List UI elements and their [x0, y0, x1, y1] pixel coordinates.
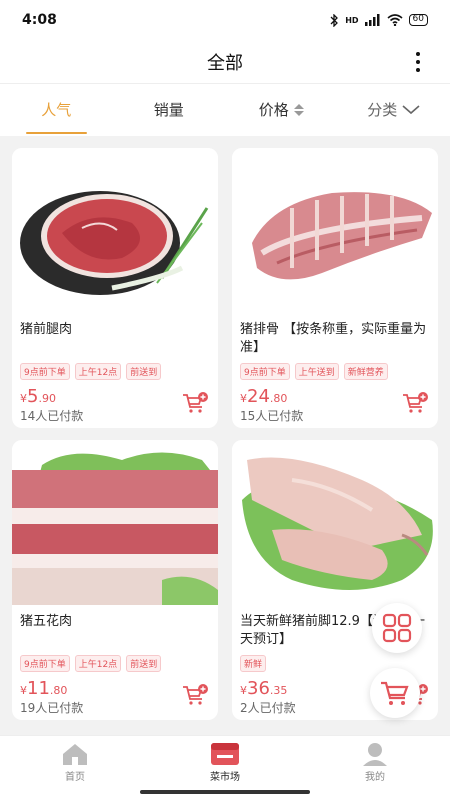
more-dot-icon — [416, 60, 420, 64]
nav-label: 首页 — [65, 772, 85, 783]
product-image-pork-leg — [12, 148, 218, 313]
product-tags: 9点前下单 上午12点 前送到 — [12, 651, 218, 672]
page-title: 全部 — [207, 52, 243, 74]
product-tag: 新鲜营养 — [343, 363, 388, 380]
sort-arrows-icon — [293, 104, 304, 116]
price-integer: 24 — [247, 386, 270, 407]
price-decimal: .35 — [269, 684, 288, 697]
tab-price[interactable]: 价格 — [225, 84, 338, 136]
battery-indicator: 60 — [408, 14, 428, 26]
product-tag: 9点前下单 — [20, 363, 70, 380]
tab-label: 价格 — [258, 101, 289, 119]
home-icon — [63, 744, 87, 765]
tab-sales[interactable]: 销量 — [113, 84, 226, 136]
price-currency: ¥ — [240, 392, 247, 405]
product-tags: 9点前下单 上午送到 新鲜营养 — [232, 359, 438, 380]
product-tag: 新鲜 — [240, 655, 267, 672]
product-image-pig-trotters — [232, 440, 438, 605]
product-tags: 9点前下单 上午12点 前送到 — [12, 359, 218, 380]
price-integer: 11 — [27, 678, 50, 699]
status-time: 4:08 — [22, 12, 57, 28]
more-dot-icon — [416, 52, 420, 56]
grid-icon — [382, 613, 412, 643]
price-decimal: .80 — [269, 392, 288, 405]
product-tag: 前送到 — [126, 655, 162, 672]
product-tag: 9点前下单 — [20, 655, 70, 672]
home-indicator — [140, 790, 310, 794]
status-bar: 4:08 HD 60 — [0, 0, 450, 40]
product-tags: 新鲜 — [232, 651, 438, 672]
nav-profile[interactable]: 我的 — [300, 736, 450, 800]
status-icons: HD 60 — [329, 13, 428, 27]
chevron-down-icon — [402, 105, 420, 115]
price-decimal: .80 — [49, 684, 68, 697]
product-name: 猪前腿肉 — [20, 322, 73, 337]
more-options-button[interactable] — [408, 48, 428, 76]
product-name: 猪五花肉 — [20, 614, 73, 629]
page-header: 全部 — [0, 40, 450, 84]
product-tag: 上午12点 — [74, 655, 122, 672]
cart-float-button[interactable] — [370, 668, 420, 718]
market-icon — [211, 743, 239, 765]
product-card[interactable]: 猪前腿肉 9点前下单 上午12点 前送到 ¥ 5 .90 14人已付款 — [12, 148, 218, 428]
tab-label: 人气 — [41, 101, 72, 119]
price-currency: ¥ — [20, 392, 27, 405]
nav-home[interactable]: 首页 — [0, 736, 150, 800]
price-integer: 36 — [247, 678, 270, 699]
product-card[interactable]: 猪五花肉 9点前下单 上午12点 前送到 ¥ 11 .80 19人已付款 — [12, 440, 218, 720]
price-currency: ¥ — [20, 684, 27, 697]
tab-label: 销量 — [153, 101, 184, 119]
bluetooth-icon — [330, 13, 339, 27]
tab-popularity[interactable]: 人气 — [0, 84, 113, 136]
product-image-pork-belly — [12, 440, 218, 605]
product-image-pork-ribs — [232, 148, 438, 313]
price-decimal: .90 — [38, 392, 56, 405]
tab-label: 分类 — [367, 101, 398, 119]
cart-icon — [381, 681, 409, 705]
category-grid-float-button[interactable] — [372, 603, 422, 653]
price-currency: ¥ — [240, 684, 247, 697]
add-to-cart-icon[interactable] — [182, 392, 208, 414]
product-tag: 上午送到 — [294, 363, 339, 380]
tab-category[interactable]: 分类 — [338, 84, 450, 136]
user-icon — [363, 743, 387, 766]
price-integer: 5 — [27, 386, 39, 407]
signal-type-label: HD — [345, 15, 359, 25]
add-to-cart-icon[interactable] — [402, 392, 428, 414]
more-dot-icon — [416, 68, 420, 72]
product-card[interactable]: 猪排骨 【按条称重，实际重量为准】 9点前下单 上午送到 新鲜营养 ¥ 24 .… — [232, 148, 438, 428]
wifi-icon — [387, 14, 403, 26]
add-to-cart-icon[interactable] — [182, 684, 208, 706]
product-tag: 上午12点 — [74, 363, 122, 380]
product-tag: 前送到 — [126, 363, 162, 380]
nav-label: 我的 — [365, 772, 385, 783]
product-tag: 9点前下单 — [240, 363, 290, 380]
product-name: 猪排骨 【按条称重，实际重量为准】 — [240, 322, 427, 355]
sort-tabs: 人气 销量 价格 分类 — [0, 84, 450, 136]
nav-label: 菜市场 — [210, 772, 240, 783]
signal-icon — [364, 14, 380, 26]
